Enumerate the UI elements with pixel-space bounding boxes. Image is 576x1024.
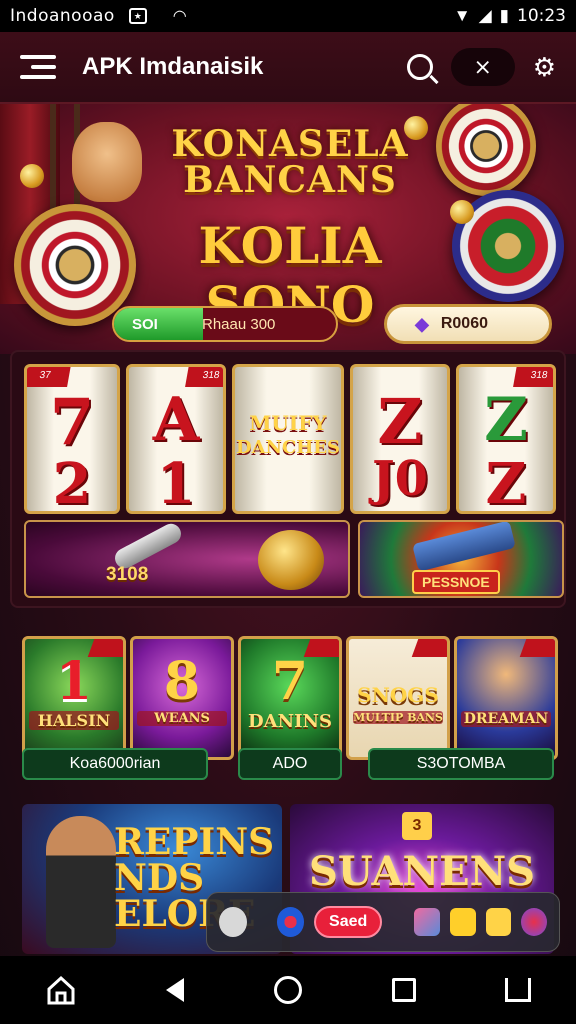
fox-mascot — [72, 122, 142, 202]
menu-icon-line — [20, 55, 56, 59]
tile-subtitle: WEANS — [137, 711, 227, 726]
reel-ribbon: 318 — [513, 367, 553, 387]
app-screen: Indoanooao ★ ◠ ▼ ◢ ▮ 10:23 APK Imdanaisi… — [0, 0, 576, 1024]
hero-title-line1: KONASELA — [171, 123, 409, 165]
menu-icon-line — [30, 65, 56, 69]
reel-symbol-bottom: DANCHES — [235, 437, 341, 458]
tile-ribbon — [519, 639, 555, 657]
share-icon[interactable] — [505, 978, 532, 1002]
game-name-bar[interactable]: S3OTOMBA — [368, 748, 554, 780]
reel-symbol-bottom: 2 — [52, 451, 92, 514]
reel-symbol-top: MUIFY — [249, 411, 327, 435]
progress-value: Rhaau 300 — [202, 315, 276, 333]
promo-amount: 3108 — [106, 564, 149, 585]
tile-subtitle: HALSIN — [29, 711, 119, 730]
clock: 10:23 — [517, 6, 566, 26]
signal-icon: ▼ — [453, 6, 471, 25]
reel-symbol-top: 7 — [49, 385, 95, 460]
home-circle-icon[interactable] — [273, 976, 302, 1004]
game-name-bar[interactable]: Koa6000rian — [22, 748, 208, 780]
signal-bars-icon: ◢ — [478, 6, 492, 25]
progress-label: SOI — [132, 315, 158, 333]
wifi-icon: ◠ — [172, 8, 187, 25]
reel-symbol-bottom: J0 — [371, 451, 429, 507]
tray-action-button[interactable]: Saed — [314, 906, 383, 938]
floating-tray: Saed — [206, 892, 560, 952]
search-icon[interactable] — [406, 54, 433, 80]
slot-reel[interactable]: Z J0 — [350, 364, 450, 514]
system-nav-bar — [0, 956, 576, 1024]
hero-banner[interactable]: KONASELA BANCANS KOLIA SONO SOI Rhaau 30… — [0, 104, 576, 354]
slot-machine-panel: 37 7 2 318 A 1 MUIFY DANCHES Z J0 318 Z … — [10, 350, 566, 608]
app-shortcut-icon[interactable] — [414, 908, 440, 936]
home-icon[interactable] — [45, 975, 77, 1005]
gem-icon: ◆ — [415, 313, 429, 334]
balance-pill[interactable]: ◆ R0060 — [384, 304, 552, 344]
slot-reel[interactable]: 318 Z Z — [456, 364, 556, 514]
app-title: APK Imdanaisik — [82, 53, 264, 80]
recents-icon[interactable] — [391, 978, 416, 1002]
banner-title: SUANENS — [308, 848, 536, 895]
settings-icon[interactable]: ⚙ — [533, 52, 556, 83]
tile-subtitle: DREAMAN — [461, 711, 551, 727]
reel-symbol-top: Z — [377, 385, 423, 458]
tile-title: 7 — [271, 651, 309, 712]
back-icon[interactable] — [166, 978, 185, 1002]
gold-coin-graphic — [258, 530, 324, 590]
tool-graphic — [412, 522, 516, 572]
slot-reel[interactable]: MUIFY DANCHES — [232, 364, 344, 514]
game-tiles-row: 1 HALSIN 8 WEANS 7 DANINS SNOGS MULTIP B… — [10, 624, 566, 794]
banner-badge: 3 — [402, 812, 432, 840]
balance-value: R0060 — [440, 315, 488, 332]
reel-ribbon: 318 — [185, 367, 223, 387]
tile-subtitle: MULTIP BANS — [353, 711, 443, 724]
tile-title: SNOGS — [357, 683, 439, 707]
battery-icon: ▮ — [499, 6, 509, 25]
sound-toggle-button[interactable]: ⨯ — [450, 48, 515, 86]
reel-symbol-top: Z — [484, 385, 528, 455]
coin — [450, 200, 474, 224]
reel-symbol-bottom: 1 — [156, 451, 196, 514]
game-tile[interactable]: 1 HALSIN — [22, 636, 126, 760]
status-bar: Indoanooao ★ ◠ ▼ ◢ ▮ 10:23 — [0, 0, 576, 32]
app-bar: APK Imdanaisik ⨯ ⚙ — [0, 32, 576, 104]
app-shortcut-icon[interactable] — [521, 908, 547, 936]
tile-title: 1 — [55, 651, 93, 712]
tile-ribbon — [411, 639, 447, 657]
menu-button[interactable] — [20, 49, 56, 85]
game-name-bar[interactable]: ADO — [238, 748, 342, 780]
app-shortcut-icon[interactable] — [449, 908, 476, 936]
progress-bar: SOI Rhaau 300 — [112, 306, 338, 342]
menu-icon-line — [20, 75, 56, 79]
carrier-label: Indoanooao — [10, 6, 115, 26]
app-shortcut-icon[interactable] — [485, 908, 512, 936]
reel-symbol-bottom: Z — [485, 451, 527, 514]
coin — [20, 164, 44, 188]
slot-reel[interactable]: 318 A 1 — [126, 364, 226, 514]
circle-icon[interactable] — [219, 907, 247, 937]
hero-title-line2: BANCANS — [183, 159, 397, 201]
slot-reel[interactable]: 37 7 2 — [24, 364, 120, 514]
promo-card-left[interactable]: 3108 — [24, 520, 350, 598]
promo-tag: PESSNOE — [412, 570, 500, 594]
game-tile[interactable]: SNOGS MULTIP BANS — [346, 636, 450, 760]
promo-card-right[interactable]: PESSNOE — [358, 520, 564, 598]
character-graphic — [46, 816, 116, 948]
reel-ribbon: 37 — [27, 367, 71, 387]
game-tile[interactable]: DREAMAN — [454, 636, 558, 760]
game-tile[interactable]: 8 WEANS — [130, 636, 234, 760]
mute-icon: ⨯ — [473, 54, 492, 79]
game-tile[interactable]: 7 DANINS — [238, 636, 342, 760]
reel-symbol-top: A — [152, 385, 200, 455]
hero-title: KONASELA BANCANS — [170, 126, 410, 198]
tile-title: 8 — [163, 651, 201, 712]
notification-icon: ★ — [128, 8, 147, 24]
tile-subtitle: DANINS — [248, 711, 332, 732]
compass-icon[interactable] — [276, 907, 305, 937]
roulette-wheel-top-right — [436, 104, 536, 196]
